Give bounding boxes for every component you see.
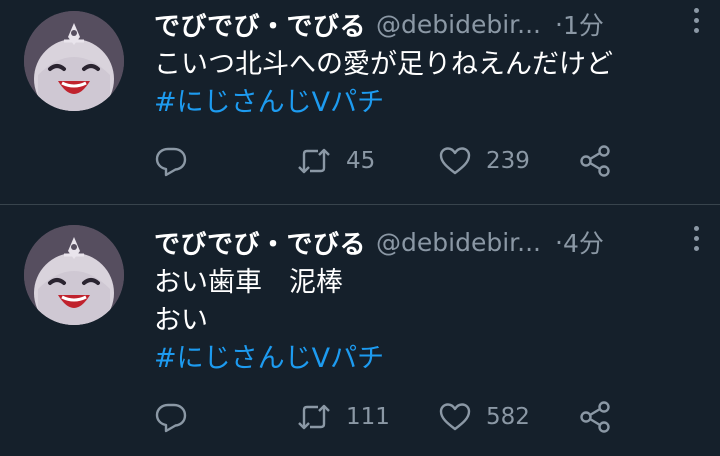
tweet[interactable]: でびでび・でびる @debidebir... · 1分 こいつ北斗への愛が足りね… (0, 0, 720, 205)
user-handle[interactable]: @debidebir... (376, 228, 541, 257)
tweet-text: こいつ北斗への愛が足りねえんだけど #にじさんじVパチ (154, 46, 700, 122)
avatar[interactable] (24, 225, 124, 325)
like-button[interactable]: 239 (438, 143, 530, 179)
retweet-button[interactable]: 111 (296, 399, 390, 435)
display-name[interactable]: でびでび・でびる (154, 6, 366, 43)
retweet-count: 111 (346, 404, 390, 430)
avatar[interactable] (24, 11, 124, 111)
separator-dot: · (554, 227, 563, 257)
separator-dot: · (554, 9, 563, 39)
retweet-icon (298, 404, 330, 430)
retweet-count: 45 (346, 148, 376, 174)
timeline: でびでび・でびる @debidebir... · 1分 こいつ北斗への愛が足りね… (0, 0, 720, 456)
tweet-text: おい歯車 泥棒 おい #にじさんじVパチ (154, 264, 700, 378)
share-button[interactable] (578, 143, 612, 179)
share-icon (580, 401, 610, 433)
retweet-icon (298, 148, 330, 174)
tweet-header: でびでび・でびる @debidebir... · 1分 (154, 4, 704, 44)
share-icon (580, 145, 610, 177)
like-icon (439, 147, 471, 175)
avatar-image (24, 225, 124, 325)
tweet[interactable]: でびでび・でびる @debidebir... · 4分 おい歯車 泥棒 おい #… (0, 206, 720, 456)
like-count: 239 (486, 148, 530, 174)
display-name[interactable]: でびでび・でびる (154, 224, 366, 261)
like-icon (439, 403, 471, 431)
reply-button[interactable] (154, 143, 188, 179)
user-handle[interactable]: @debidebir... (376, 10, 541, 39)
hashtag-link[interactable]: #にじさんじVパチ (154, 84, 700, 122)
action-bar: 45 239 (154, 143, 624, 179)
reply-button[interactable] (154, 399, 188, 435)
share-button[interactable] (578, 399, 612, 435)
action-bar: 111 582 (154, 399, 624, 435)
tweet-text-line: こいつ北斗への愛が足りねえんだけど (154, 49, 613, 80)
reply-icon (155, 403, 187, 433)
like-button[interactable]: 582 (438, 399, 530, 435)
like-count: 582 (486, 404, 530, 430)
avatar-image (24, 11, 124, 111)
tweet-text-line: おい (154, 305, 208, 336)
reply-icon (155, 147, 187, 177)
timestamp[interactable]: 4分 (563, 224, 604, 260)
retweet-button[interactable]: 45 (296, 143, 375, 179)
tweet-text-line: おい歯車 泥棒 (154, 267, 343, 298)
hashtag-link[interactable]: #にじさんじVパチ (154, 340, 700, 378)
timestamp[interactable]: 1分 (563, 6, 604, 42)
more-icon[interactable] (692, 226, 700, 252)
more-icon[interactable] (692, 8, 700, 34)
tweet-header: でびでび・でびる @debidebir... · 4分 (154, 222, 704, 262)
